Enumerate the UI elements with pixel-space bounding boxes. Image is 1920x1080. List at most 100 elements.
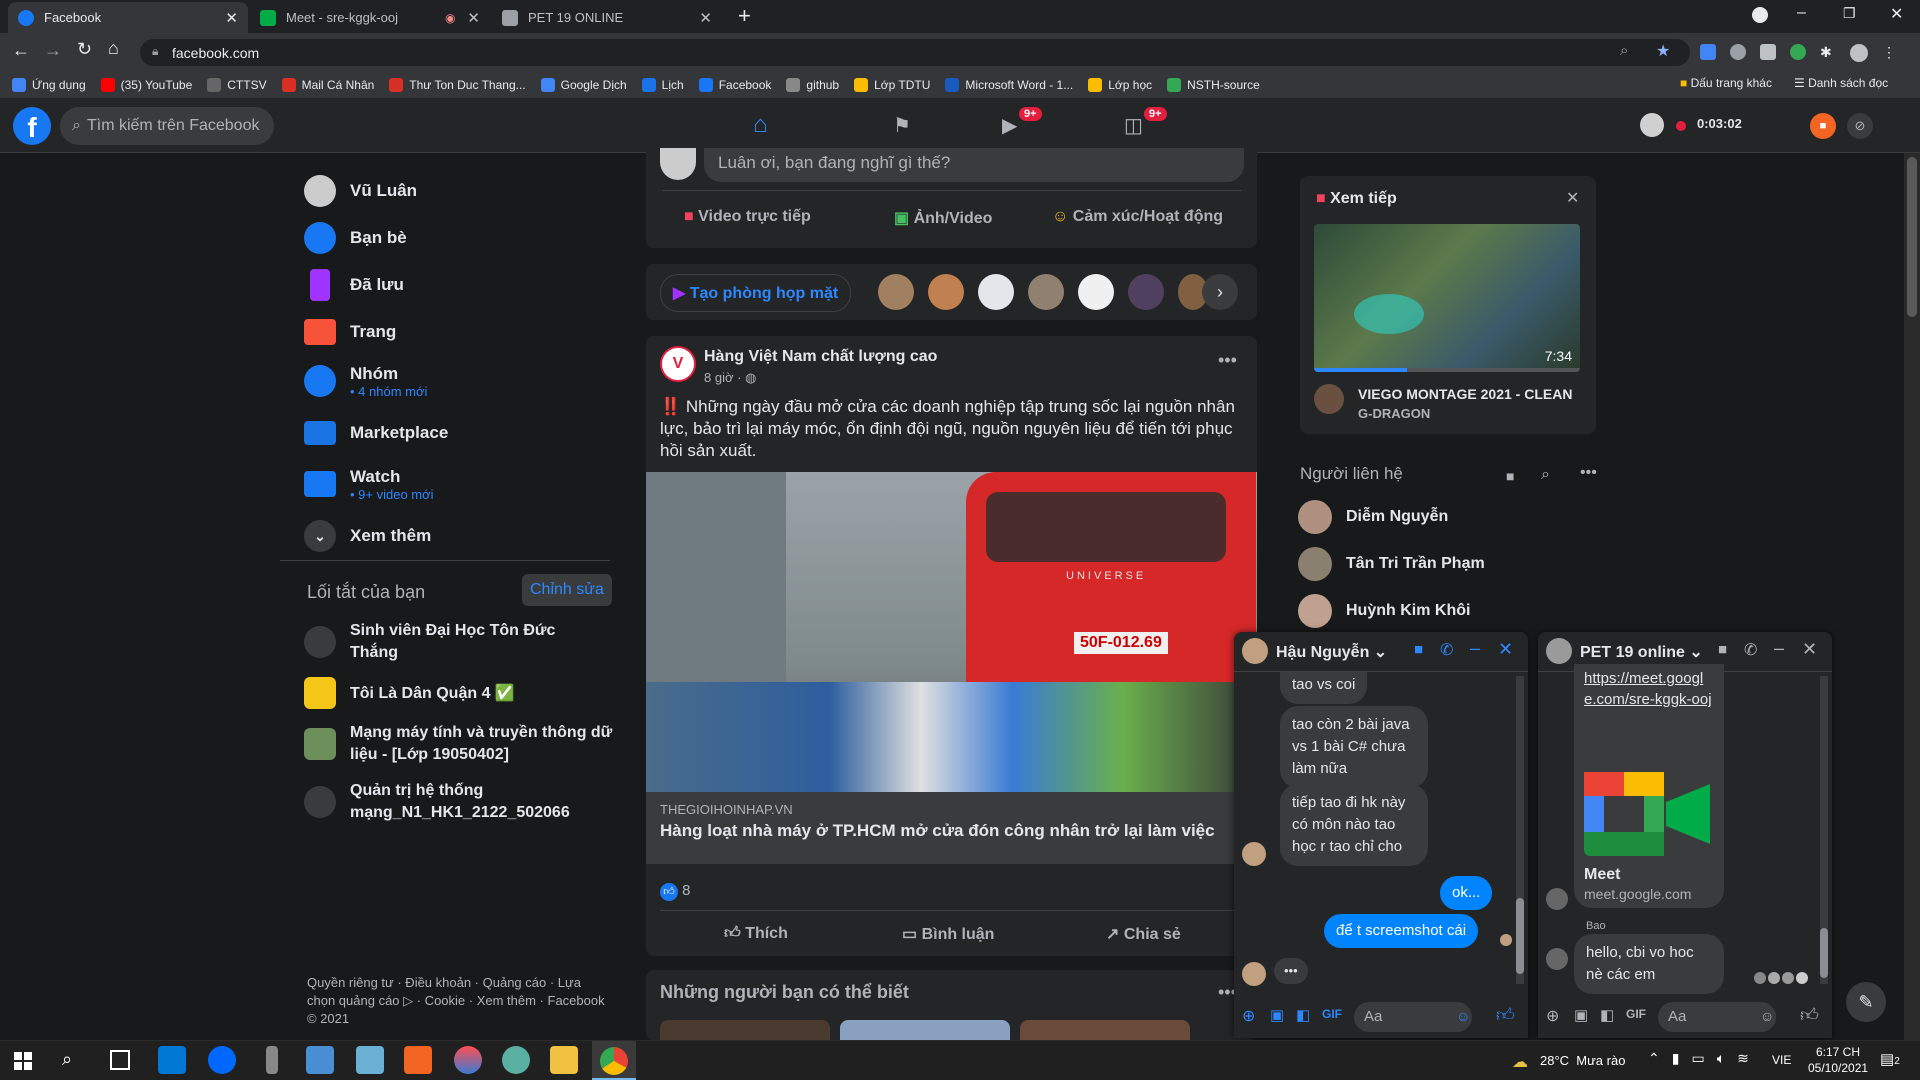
sidebar-see-more[interactable]: ⌄ Xem thêm [304,516,431,556]
tab-meet[interactable]: Meet - sre-kggk-ooj ◉ ✕ [250,2,490,33]
sticker-icon[interactable]: ◧ [1296,1006,1310,1024]
video-thumbnail[interactable]: 7:34 [1314,224,1580,372]
composer-input[interactable]: Luân ơi, bạn đang nghĩ gì thế? [704,148,1244,182]
search-icon[interactable]: ⌕ [1541,466,1550,484]
message-bubble[interactable]: hello, cbi vo hoc nè các em [1574,934,1724,994]
image-icon[interactable]: ▣ [1270,1006,1284,1024]
bookmark-item[interactable]: Google Dịch [540,77,627,92]
message-input[interactable]: Aa [1354,1002,1472,1032]
page-scrollbar[interactable] [1904,153,1920,1040]
app-icon[interactable] [502,1046,530,1074]
forward-icon[interactable]: → [44,40,62,61]
color-app-icon[interactable] [454,1046,482,1074]
channel-avatar[interactable] [1314,384,1344,414]
bookmark-item[interactable]: NSTH-source [1167,77,1260,92]
gif-icon[interactable]: GIF [1322,1007,1342,1021]
video-call-icon[interactable]: ■ [1718,641,1727,658]
sidebar-item-friends[interactable]: Bạn bè [304,218,407,258]
shortcut-item[interactable]: Sinh viên Đại Học Tôn Đức Thắng [304,618,604,666]
calculator-icon[interactable] [306,1046,334,1074]
volume-icon[interactable]: 🔈︎ [1717,1050,1725,1067]
avatar[interactable] [928,274,964,310]
chevron-up-icon[interactable]: ⌃ [1648,1050,1660,1067]
friend-suggestion[interactable] [660,1020,830,1040]
avatar[interactable] [978,274,1014,310]
notification-center-icon[interactable]: ▤2 [1880,1050,1900,1068]
thumbs-up-icon[interactable]: 👍︎ [1496,1004,1515,1026]
more-options-icon[interactable]: ••• [1580,464,1597,482]
minimize-icon[interactable]: – [1797,4,1806,22]
reading-list[interactable]: ☰ Danh sách đọc [1794,76,1888,90]
battery-icon[interactable]: ▭ [1691,1050,1704,1067]
chat-title[interactable]: PET 19 online ⌄ [1580,642,1703,662]
live-video-button[interactable]: ■ Video trực tiếp [684,208,811,226]
avatar[interactable] [1546,638,1572,664]
sidebar-item-profile[interactable]: Vũ Luân [304,171,417,211]
close-tab-icon[interactable]: ✕ [699,9,712,27]
gif-icon[interactable]: GIF [1626,1007,1646,1021]
close-icon[interactable]: ✕ [1566,188,1579,208]
close-window-icon[interactable]: ✕ [1890,4,1903,24]
app-icon[interactable] [266,1046,278,1074]
sidebar-item-marketplace[interactable]: Marketplace [304,413,448,453]
zalo-icon[interactable] [208,1046,236,1074]
profile-menu-icon[interactable] [1752,7,1768,23]
chrome-taskbar-button[interactable] [592,1041,636,1080]
scrollbar[interactable] [1516,676,1524,984]
bookmark-item[interactable]: (35) YouTube [100,77,192,92]
address-bar[interactable]: 🔒︎ facebook.com ⌕ ★ [140,39,1690,66]
page-avatar[interactable]: V [660,346,696,382]
bookmark-item[interactable]: Thư Ton Duc Thang... [389,77,526,92]
bookmark-item[interactable]: Lớp học [1088,77,1152,92]
emoji-icon[interactable]: ☺ [1456,1008,1470,1024]
post-author[interactable]: Hàng Việt Nam chất lượng cao [704,348,937,366]
friend-suggestion[interactable] [1020,1020,1190,1040]
bookmark-item[interactable]: CTTSV [207,77,267,92]
reload-icon[interactable]: ↻ [77,39,92,60]
bookmark-item[interactable]: Facebook [698,77,771,92]
message-bubble-mine[interactable]: để t screemshot cái [1324,914,1479,948]
tab-pet19[interactable]: PET 19 ONLINE ✕ [492,2,722,33]
post-image[interactable]: UNIVERSE 50F-012.69 [646,472,1257,792]
clock[interactable]: 6:17 CH 05/10/2021 [1808,1044,1868,1076]
more-options-icon[interactable]: ••• [1218,350,1237,371]
message-bubble[interactable]: tao còn 2 bài java vs 1 bài C# chưa làm … [1280,706,1428,788]
translate-extension-icon[interactable] [1700,44,1716,60]
edit-shortcuts-button[interactable]: Chỉnh sửa [522,574,612,606]
file-explorer-icon[interactable] [550,1046,578,1074]
message-bubble-mine[interactable]: ok... [1440,876,1493,910]
nav-home[interactable]: ⌂ [700,99,830,153]
other-bookmarks[interactable]: ■ Dấu trang khác [1680,76,1772,90]
bookmark-item[interactable]: Lịch [641,77,684,92]
puzzle-icon[interactable]: ✱ [1820,44,1836,60]
bookmark-item[interactable]: Ứng dụng [12,77,86,92]
restore-icon[interactable]: ❐ [1843,5,1856,22]
avatar[interactable] [878,274,914,310]
avatar[interactable] [1640,113,1664,137]
minimize-chat-icon[interactable]: – [1774,638,1784,659]
video-call-icon[interactable]: ■ [1414,641,1423,658]
sticker-icon[interactable]: ◧ [1600,1006,1614,1024]
avatar[interactable] [1242,638,1268,664]
chat-title[interactable]: Hậu Nguyễn ⌄ [1276,642,1387,662]
bookmark-item[interactable]: Microsoft Word - 1... [945,77,1073,92]
create-room-button[interactable]: ▶ Tạo phòng họp mặt [660,274,852,312]
nav-watch[interactable]: ▶ 9+ [976,99,1106,153]
xampp-icon[interactable] [404,1046,432,1074]
bookmark-star-icon[interactable]: ★ [1656,41,1670,61]
location-extension-icon[interactable] [1730,44,1746,60]
wifi-icon[interactable]: ≋ [1737,1050,1749,1067]
mic-icon[interactable]: ▮ [1672,1050,1680,1067]
plus-circle-icon[interactable]: ⊕ [1242,1006,1255,1026]
more-menu-icon[interactable]: ⋮ [1882,44,1896,64]
scrollbar-thumb[interactable] [1516,898,1524,974]
friend-suggestion[interactable] [840,1020,1010,1040]
sidebar-item-watch[interactable]: Watch • 9+ video mới [304,460,434,508]
avatar[interactable] [1028,274,1064,310]
search-input[interactable]: ⌕ Tìm kiếm trên Facebook [60,107,274,145]
sidebar-item-saved[interactable]: Đã lưu [304,265,404,305]
message-bubble[interactable]: tiếp tao đi hk này có môn nào tao học r … [1280,784,1428,866]
extension-icon[interactable] [1760,44,1776,60]
language-indicator[interactable]: VIE [1772,1053,1791,1067]
bookmark-item[interactable]: Lớp TDTU [854,77,930,92]
